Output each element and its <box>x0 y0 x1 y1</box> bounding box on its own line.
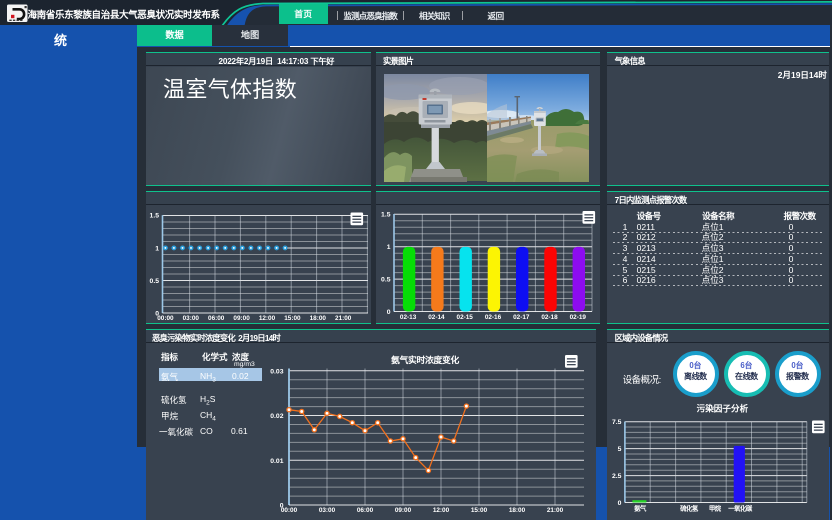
svg-text:0.5: 0.5 <box>381 276 391 283</box>
svg-text:09:00: 09:00 <box>395 507 412 514</box>
svg-text:02-18: 02-18 <box>541 314 558 321</box>
svg-text:12:00: 12:00 <box>259 315 276 322</box>
svg-text:21:00: 21:00 <box>335 315 352 322</box>
svg-text:5: 5 <box>617 446 621 453</box>
svg-text:02-17: 02-17 <box>513 314 530 321</box>
svg-text:02-16: 02-16 <box>485 314 502 321</box>
svg-text:2.5: 2.5 <box>612 473 622 480</box>
svg-text:1: 1 <box>155 245 159 252</box>
svg-text:1: 1 <box>387 244 391 251</box>
svg-text:1.5: 1.5 <box>381 211 391 218</box>
svg-text:7.5: 7.5 <box>612 419 622 426</box>
svg-text:12:00: 12:00 <box>433 507 450 514</box>
svg-text:03:00: 03:00 <box>183 315 200 322</box>
svg-text:0: 0 <box>617 500 621 507</box>
svg-text:06:00: 06:00 <box>357 507 374 514</box>
svg-text:21:00: 21:00 <box>547 507 564 514</box>
svg-text:18:00: 18:00 <box>310 315 327 322</box>
svg-text:0: 0 <box>387 309 391 316</box>
svg-text:1.5: 1.5 <box>150 212 160 219</box>
svg-text:氨气: 氨气 <box>634 504 647 513</box>
svg-text:02-15: 02-15 <box>457 314 474 321</box>
svg-text:硫化氢: 硫化氢 <box>680 504 699 513</box>
svg-text:03:00: 03:00 <box>319 507 336 514</box>
svg-text:15:00: 15:00 <box>471 507 488 514</box>
svg-text:06:00: 06:00 <box>208 315 225 322</box>
svg-text:一氧化碳: 一氧化碳 <box>728 504 753 513</box>
svg-text:02-14: 02-14 <box>428 314 445 321</box>
svg-text:09:00: 09:00 <box>233 315 250 322</box>
svg-text:00:00: 00:00 <box>157 315 174 322</box>
svg-text:15:00: 15:00 <box>284 315 301 322</box>
svg-text:02-13: 02-13 <box>400 314 417 321</box>
svg-text:污染因子分析: 污染因子分析 <box>696 403 748 414</box>
svg-text:氨气实时浓度变化: 氨气实时浓度变化 <box>390 354 459 365</box>
svg-text:甲烷: 甲烷 <box>709 504 722 513</box>
svg-text:0.5: 0.5 <box>150 278 160 285</box>
svg-text:02-19: 02-19 <box>570 314 587 321</box>
svg-text:18:00: 18:00 <box>509 507 526 514</box>
